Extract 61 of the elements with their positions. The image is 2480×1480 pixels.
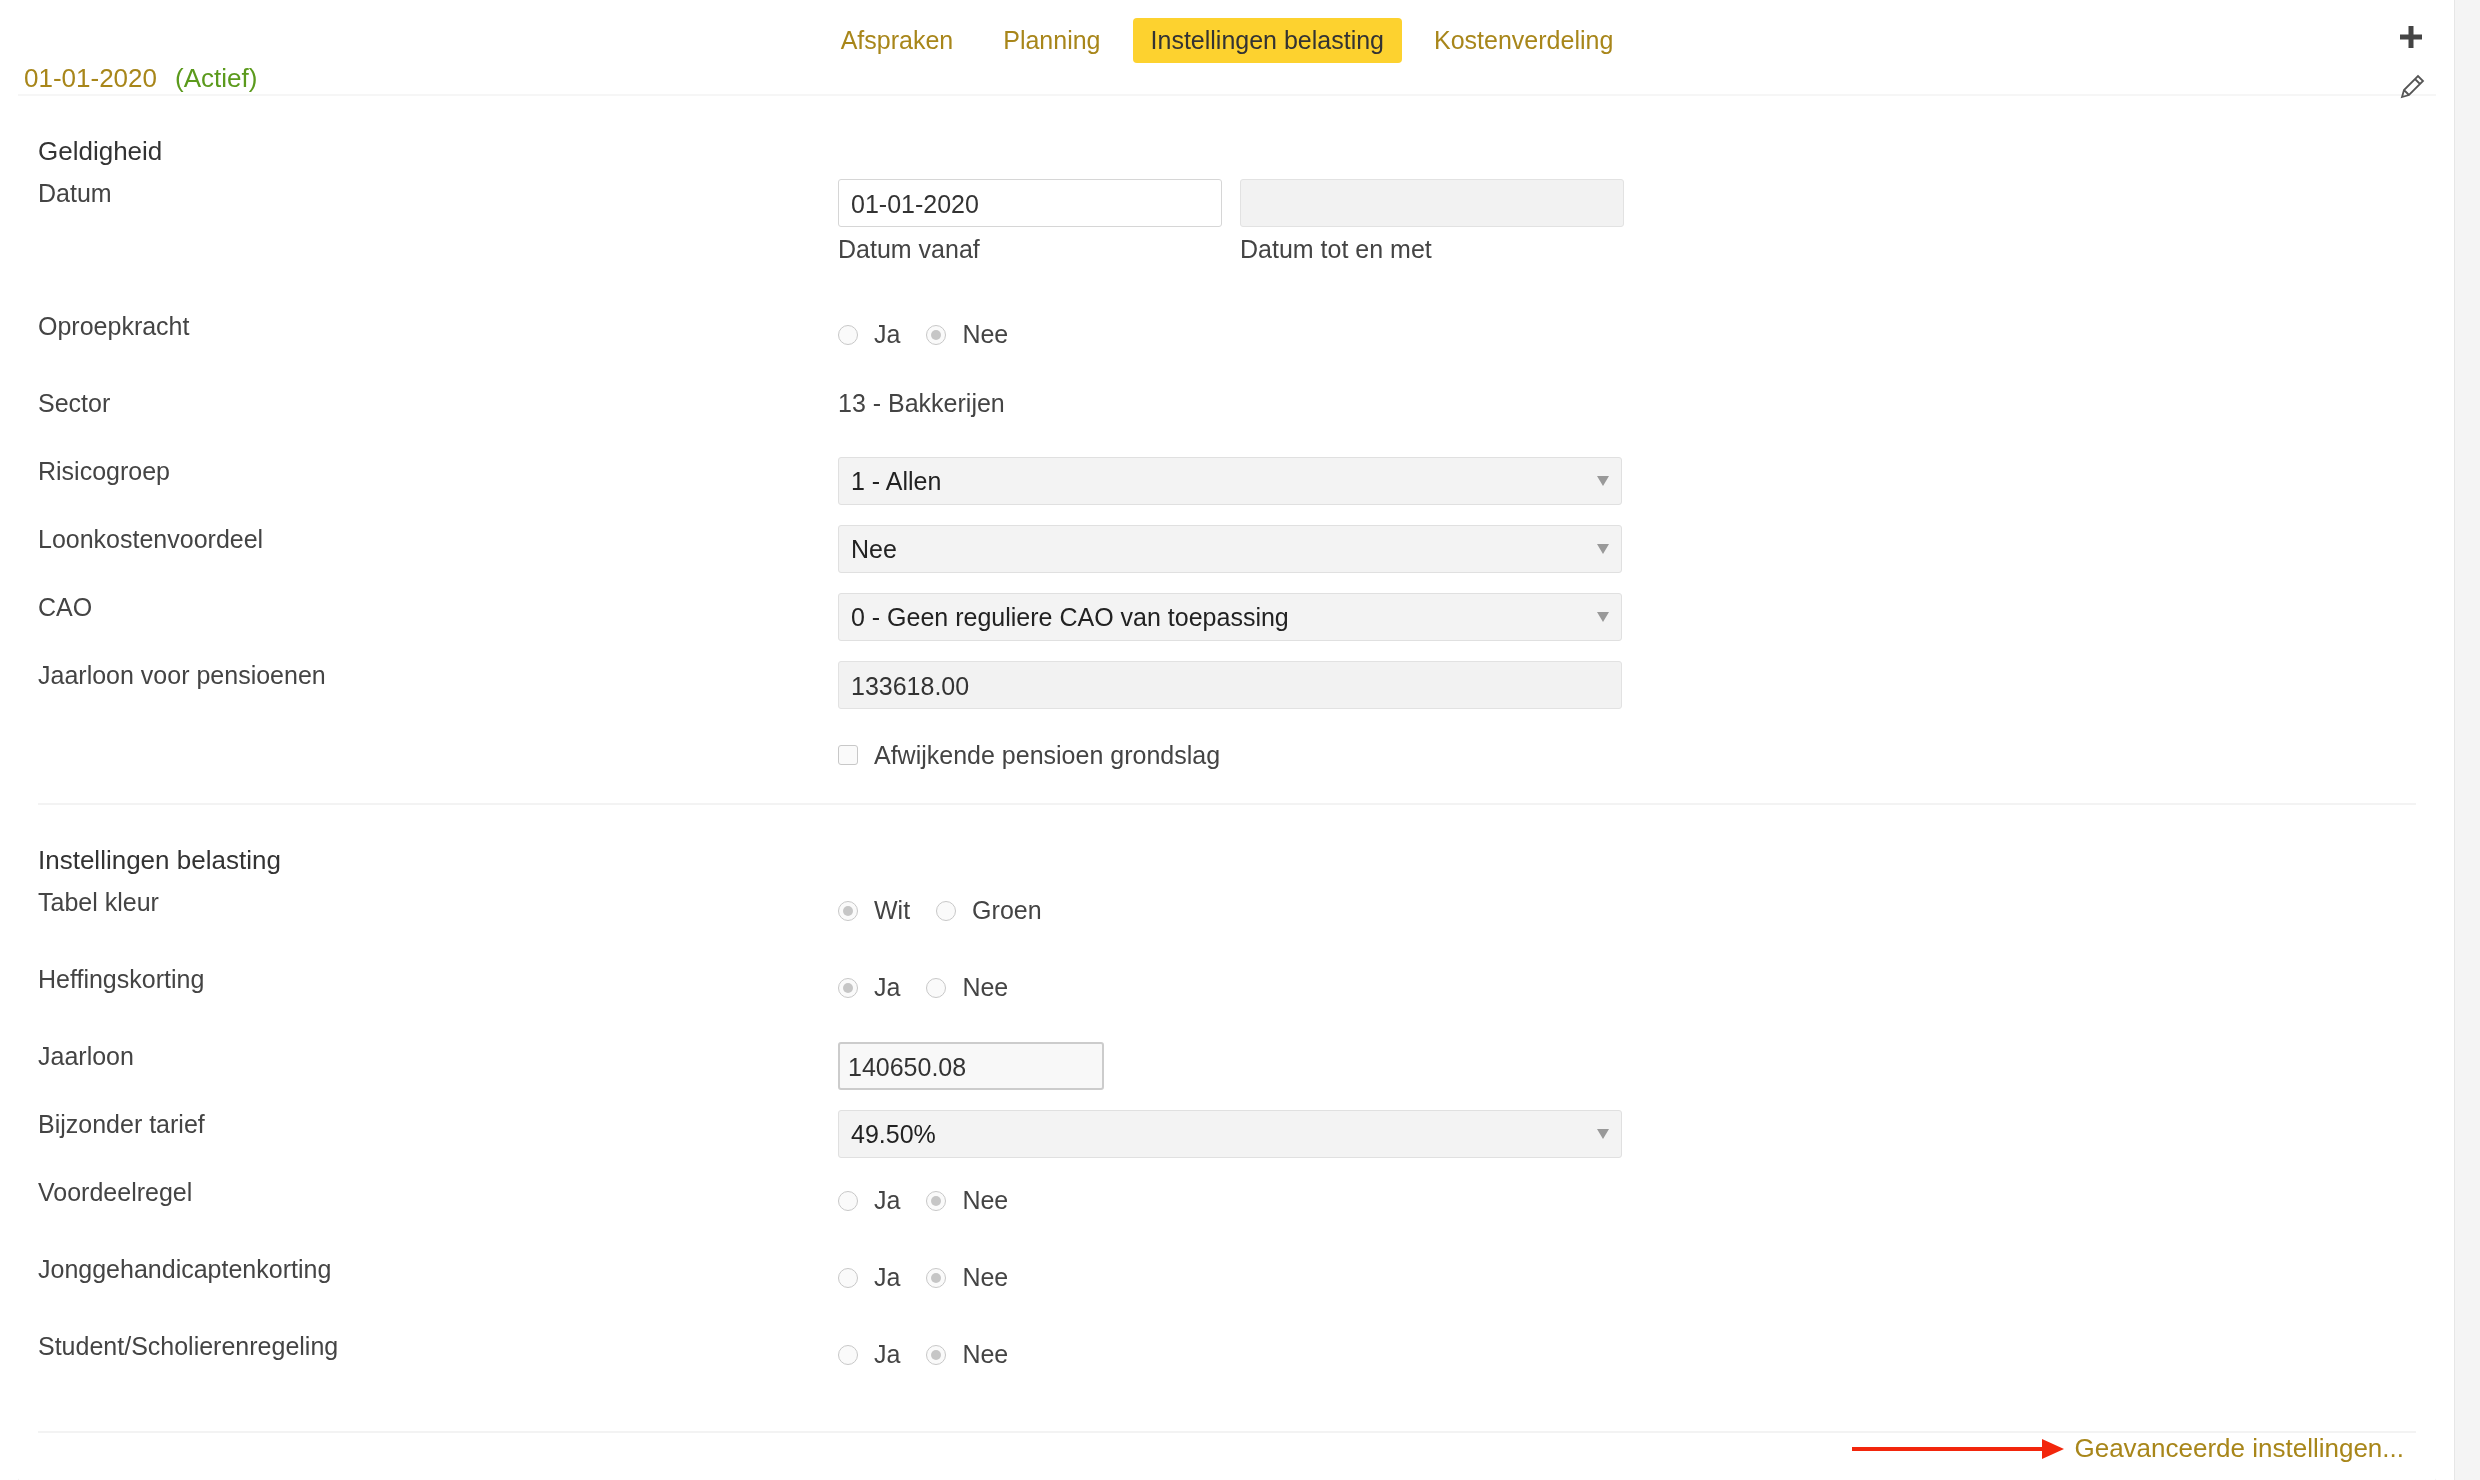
caret-icon [1597,544,1609,554]
caret-icon [1597,612,1609,622]
field-caption: Datum tot en met [1240,235,1433,264]
tab[interactable]: Instellingen belasting [1132,18,1403,63]
field-label: Student/Scholierenregeling [38,1332,340,1361]
radio-button[interactable] [936,900,957,921]
checkbox[interactable] [838,745,858,765]
radio-option[interactable]: Nee [926,1263,1009,1292]
date-field[interactable]: 01-01-2020 [838,179,1222,227]
field-label: Jaarloon [38,1042,135,1071]
radio-option[interactable]: Wit [838,896,911,925]
input-field[interactable]: 140650.08 [838,1042,1104,1090]
field-label: Sector [38,389,112,418]
radio-option[interactable]: Ja [838,1186,901,1215]
field-caption: Datum vanaf [838,235,981,264]
radio-button[interactable] [838,977,858,998]
radio-button[interactable] [838,1190,858,1211]
select-field[interactable]: 1 - Allen [838,457,1622,505]
radio-button[interactable] [838,324,858,345]
radio-button[interactable] [926,324,947,345]
section-title: Instellingen belasting [38,845,282,876]
period-date: 01-01-2020 [23,63,157,94]
radio-option[interactable]: Groen [936,896,1042,925]
field-label: Voordeelregel [38,1178,194,1207]
section-title: Geldigheid [38,136,164,167]
period-status: (Actief) [175,63,258,94]
field-label: CAO [38,593,94,622]
field-value: 13 - Bakkerijen [838,389,1006,419]
field-label: Risicogroep [38,457,171,486]
radio-button[interactable] [838,1267,858,1288]
radio-button[interactable] [926,1344,947,1365]
radio-option[interactable]: Ja [838,320,901,349]
scrollbar[interactable] [2454,0,2480,1480]
radio-button[interactable] [926,977,947,998]
field-label: Datum [38,179,113,208]
field-label: Jaarloon voor pensioenen [38,661,327,690]
field-label: Bijzonder tarief [38,1110,206,1139]
field-label: Heffingskorting [38,965,206,994]
radio-option[interactable]: Nee [926,1186,1009,1215]
select-field[interactable]: 49.50% [838,1110,1622,1158]
plus-icon[interactable] [2398,24,2424,50]
caret-icon [1597,1129,1609,1139]
caret-icon [1597,476,1609,486]
radio-option[interactable]: Ja [838,973,901,1002]
pencil-icon[interactable] [2398,73,2426,101]
radio-option[interactable]: Ja [838,1340,901,1369]
radio-option[interactable]: Nee [926,1340,1009,1369]
field-label: Jonggehandicaptenkorting [38,1255,333,1284]
radio-button[interactable] [926,1190,947,1211]
field-label: Oproepkracht [38,312,191,341]
select-field[interactable]: Nee [838,525,1622,573]
radio-option[interactable]: Ja [838,1263,901,1292]
checkbox-option[interactable]: Afwijkende pensioen grondslag [838,729,2416,781]
select-field[interactable]: 0 - Geen reguliere CAO van toepassing [838,593,1622,641]
radio-option[interactable]: Nee [926,320,1009,349]
radio-option[interactable]: Nee [926,973,1009,1002]
radio-button[interactable] [838,900,858,921]
field-label: Tabel kleur [38,888,160,917]
radio-button[interactable] [926,1267,947,1288]
radio-button[interactable] [838,1344,858,1365]
field-label: Loonkostenvoordeel [38,525,265,554]
